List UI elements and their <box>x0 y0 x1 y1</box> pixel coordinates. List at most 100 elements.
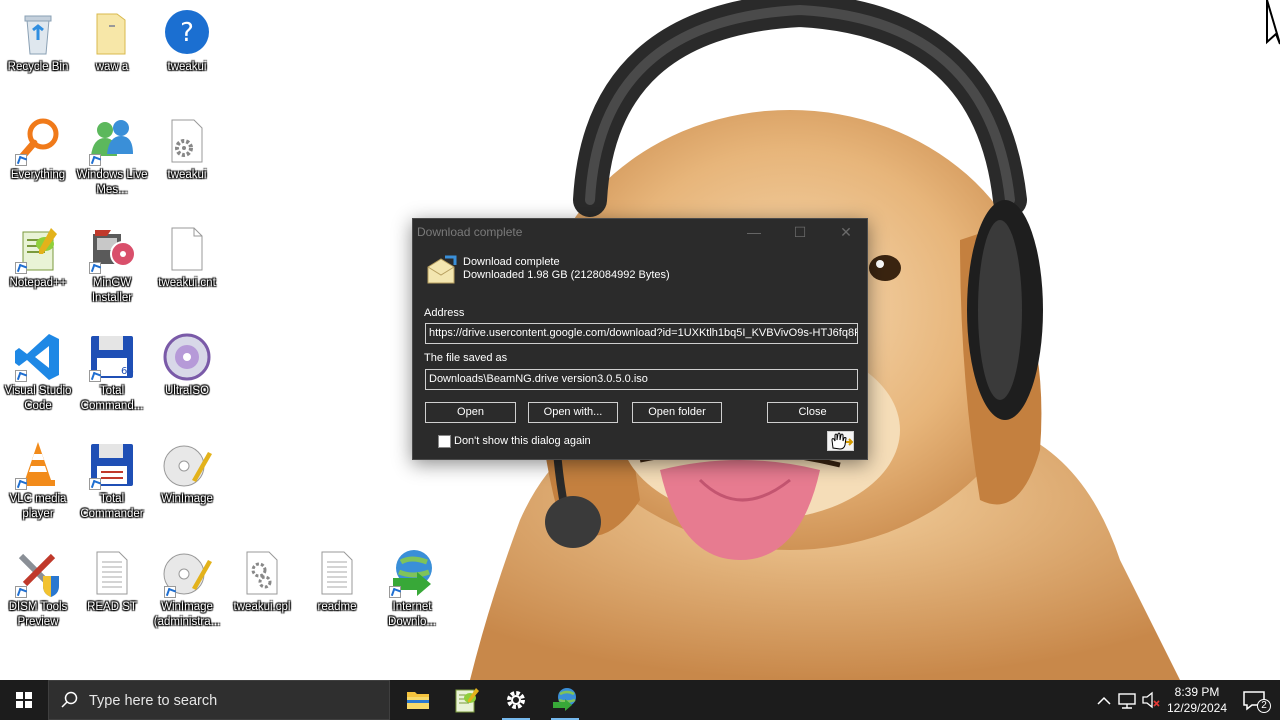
notepad-plus-plus-icon <box>13 224 63 274</box>
settings-gear-icon <box>507 691 525 709</box>
desktop-icon-label: VLC media player <box>9 493 67 520</box>
search-icon <box>61 691 79 714</box>
close-button[interactable]: Close <box>767 402 858 423</box>
minimize-button[interactable]: — <box>731 219 777 245</box>
taskbar-notepadpp[interactable] <box>442 680 490 720</box>
text-file-icon <box>87 548 137 598</box>
show-hidden-icons-button[interactable] <box>1094 680 1114 720</box>
search-placeholder: Type here to search <box>89 693 218 709</box>
taskbar-settings[interactable] <box>492 680 540 720</box>
settings-file-icon <box>162 116 212 166</box>
disc-pen-icon <box>162 440 212 490</box>
desktop-icon-label: Total Command... <box>80 385 144 412</box>
desktop-icon-label: READ ST <box>87 601 137 613</box>
dont-show-again-checkbox[interactable] <box>438 435 451 448</box>
saved-as-field[interactable]: Downloads\BeamNG.drive version3.0.5.0.is… <box>425 369 858 390</box>
hand-pointer-icon[interactable] <box>827 431 854 451</box>
desktop-icon-recycle-bin[interactable]: Recycle Bin <box>0 8 76 75</box>
dialog-heading: Download complete <box>463 256 560 268</box>
desktop-icon-everything[interactable]: Everything <box>0 116 76 183</box>
saved-as-label: The file saved as <box>424 352 508 364</box>
disc-icon <box>162 332 212 382</box>
open-with-button[interactable]: Open with... <box>528 402 618 423</box>
desktop-icon-label: readme <box>317 601 357 613</box>
windows-logo-icon <box>16 692 32 708</box>
desktop-icon-waw-a[interactable]: waw a <box>74 8 150 75</box>
vlc-cone-icon <box>13 440 63 490</box>
desktop-icon-label: tweakui.cpl <box>233 601 291 613</box>
desktop-icon-label: DISM Tools Preview <box>8 601 68 628</box>
desktop-icon-total-cmd-64[interactable]: 64 Total Command... <box>74 332 150 414</box>
help-icon: ? <box>162 8 212 58</box>
address-label: Address <box>424 307 465 319</box>
maximize-button[interactable]: ☐ <box>777 219 823 245</box>
dont-show-again-label[interactable]: Don't show this dialog again <box>454 435 591 447</box>
desktop-icon-label: Total Commander <box>80 493 144 520</box>
globe-download-icon <box>387 548 437 598</box>
address-field[interactable]: https://drive.usercontent.google.com/dow… <box>425 323 858 344</box>
start-button[interactable] <box>0 680 48 720</box>
vscode-icon <box>13 332 63 382</box>
desktop-icon-winimage[interactable]: WinImage <box>149 440 225 507</box>
desktop-icon-idm[interactable]: Internet Downlo... <box>374 548 450 630</box>
volume-muted-icon <box>1142 691 1160 709</box>
download-size-status: Downloaded 1.98 GB (2128084992 Bytes) <box>463 269 670 281</box>
desktop-icon-total-cmd[interactable]: Total Commander <box>74 440 150 522</box>
desktop-icon-windows-live[interactable]: Windows Live Mes... <box>74 116 150 198</box>
desktop-icon-label: Recycle Bin <box>7 61 69 73</box>
network-status-button[interactable] <box>1116 680 1138 720</box>
tools-shield-icon <box>13 548 63 598</box>
desktop-icon-notepadpp[interactable]: Notepad++ <box>0 224 76 291</box>
desktop-icon-tweakui-help[interactable]: ? tweakui <box>149 8 225 75</box>
desktop-icon-dism[interactable]: DISM Tools Preview <box>0 548 76 630</box>
notification-count-badge: 2 <box>1257 699 1271 713</box>
desktop-icon-vlc[interactable]: VLC media player <box>0 440 76 522</box>
messenger-icon <box>87 116 137 166</box>
desktop-icon-tweakui-cpl[interactable]: tweakui.cpl <box>224 548 300 615</box>
desktop-icon-label: Visual Studio Code <box>4 385 72 412</box>
taskbar-internet-download-manager[interactable] <box>541 680 589 720</box>
folder-icon <box>87 8 137 58</box>
desktop-icon-label: WinImage <box>161 493 213 505</box>
internet-download-manager-icon <box>553 688 576 711</box>
open-folder-button[interactable]: Open folder <box>632 402 722 423</box>
close-window-button[interactable]: ✕ <box>823 219 869 245</box>
download-complete-dialog: Download complete — ☐ ✕ Download complet… <box>412 218 868 460</box>
desktop-icon-readme-txt[interactable]: READ ST <box>74 548 150 615</box>
desktop-icon-tweakui-file[interactable]: tweakui <box>149 116 225 183</box>
dialog-titlebar[interactable]: Download complete — ☐ ✕ <box>413 219 867 245</box>
action-center-button[interactable]: 2 <box>1234 680 1274 720</box>
desktop-icon-label: Windows Live Mes... <box>76 169 148 196</box>
disc-pen-icon <box>162 548 212 598</box>
floppy-disk-icon: 64 <box>87 332 137 382</box>
desktop-icon-winimage-admin[interactable]: WinImage (administra... <box>149 548 225 630</box>
desktop-icon-label: tweakui.cnt <box>158 277 216 289</box>
taskbar-search-box[interactable]: Type here to search <box>48 680 390 720</box>
desktop-icon-label: waw a <box>95 61 129 73</box>
desktop-icon-mingw[interactable]: MinGW Installer <box>74 224 150 306</box>
download-envelope-icon <box>425 255 457 287</box>
desktop-icon-label: Notepad++ <box>9 277 67 289</box>
desktop-icon-vscode[interactable]: Visual Studio Code <box>0 332 76 414</box>
open-button[interactable]: Open <box>425 402 516 423</box>
desktop-icon-readme[interactable]: readme <box>299 548 375 615</box>
desktop-icon-label: Everything <box>10 169 66 181</box>
blank-file-icon <box>162 224 212 274</box>
desktop-icon-label: Internet Downlo... <box>388 601 436 628</box>
desktop-icon-label: tweakui <box>167 61 207 73</box>
text-file-icon <box>312 548 362 598</box>
svg-text:?: ? <box>180 18 194 48</box>
desktop-icon-label: WinImage (administra... <box>153 601 221 628</box>
clock-time: 8:39 PM <box>1174 685 1220 699</box>
desktop-icon-ultraiso[interactable]: UltraISO <box>149 332 225 399</box>
volume-button[interactable] <box>1140 680 1162 720</box>
installer-icon <box>87 224 137 274</box>
taskbar-clock[interactable]: 8:39 PM 12/29/2024 <box>1162 684 1232 716</box>
desktop-icon-label: tweakui <box>167 169 207 181</box>
taskbar-file-explorer[interactable] <box>394 680 442 720</box>
floppy-disk-icon <box>87 440 137 490</box>
desktop-icon-label: UltraISO <box>164 385 210 397</box>
taskbar: Type here to search 8:39 PM 12/29/2024 2 <box>0 680 1280 720</box>
desktop-icon-tweakui-cnt[interactable]: tweakui.cnt <box>149 224 225 291</box>
clock-date: 12/29/2024 <box>1166 701 1228 715</box>
